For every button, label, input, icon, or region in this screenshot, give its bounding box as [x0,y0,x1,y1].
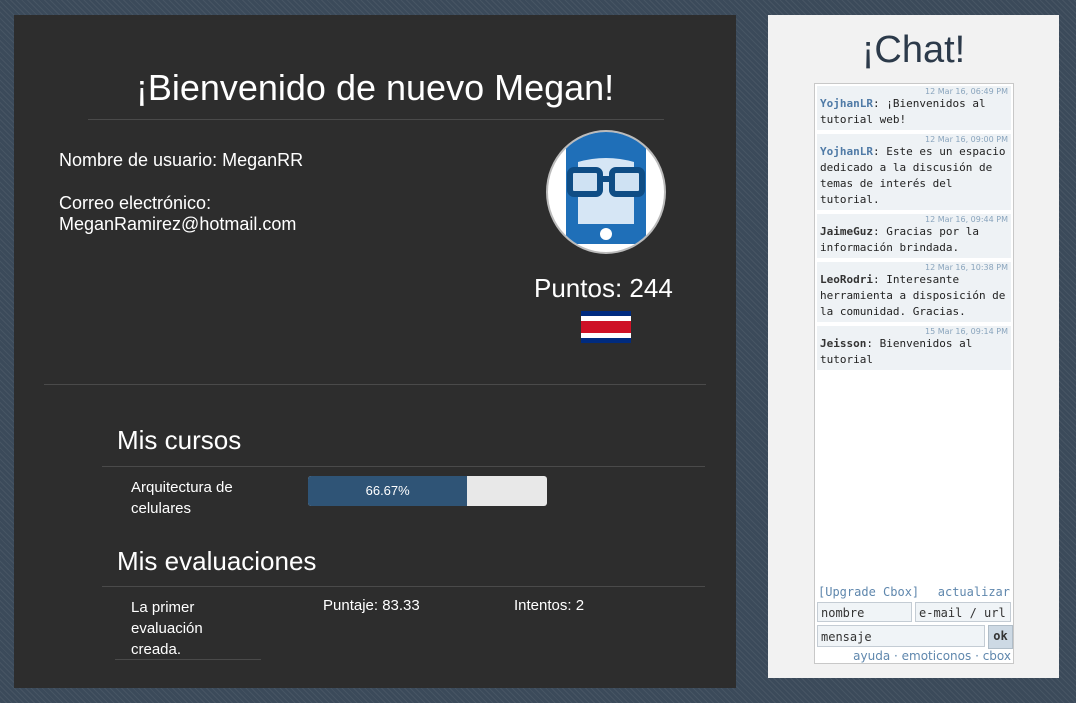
chat-message: 12 Mar 16, 09:44 PM JaimeGuz: Gracias po… [817,214,1011,258]
evaluation-name: La primer evaluación creada. [131,599,203,658]
divider [44,384,706,385]
name-input[interactable]: nombre [817,602,912,622]
divider [88,119,664,120]
points-label: Puntos: 244 [534,273,673,303]
cbox-widget: 12 Mar 16, 06:49 PM YojhanLR: ¡Bienvenid… [814,83,1014,664]
emoticons-link[interactable]: emoticonos [902,649,972,663]
message-time: 12 Mar 16, 09:44 PM [925,215,1008,224]
cbox-form: [Upgrade Cbox] actualizar nombre e-mail … [815,585,1013,663]
email-url-input[interactable]: e-mail / url [915,602,1011,622]
message-user-link[interactable]: YojhanLR [820,145,873,158]
evaluation-score: Puntaje: 83.33 [323,597,420,614]
username-line: Nombre de usuario: MeganRR [59,150,304,170]
cbox-link[interactable]: cbox [983,649,1011,663]
chat-message: 12 Mar 16, 10:38 PM LeoRodri: Interesant… [817,262,1011,322]
evaluation-attempts: Intentos: 2 [514,597,585,614]
message-user: JaimeGuz [820,225,873,238]
evaluations-heading: Mis evaluaciones [117,546,317,576]
send-ok-button[interactable]: ok [988,625,1013,649]
course-name[interactable]: Arquitectura de celulares [131,477,261,519]
divider [115,659,261,660]
message-time: 12 Mar 16, 06:49 PM [925,87,1008,96]
avatar [546,130,666,254]
message-time: 15 Mar 16, 09:14 PM [925,327,1008,336]
message-user-link[interactable]: YojhanLR [820,97,873,110]
message-user: LeoRodri [820,273,873,286]
upgrade-cbox-link[interactable]: [Upgrade Cbox] [818,585,919,600]
chat-message: 15 Mar 16, 09:14 PM Jeisson: Bienvenidos… [817,326,1011,370]
course-progress-bar: 66.67% [308,476,547,506]
geek-phone-avatar-icon [566,132,646,244]
message-time: 12 Mar 16, 10:38 PM [925,263,1008,272]
courses-heading: Mis cursos [117,425,242,455]
chat-message: 12 Mar 16, 09:00 PM YojhanLR: Este es un… [817,134,1011,210]
email-label: Correo electrónico: [59,193,212,213]
email-value: MeganRamirez@hotmail.com [59,214,297,234]
chat-messages[interactable]: 12 Mar 16, 06:49 PM YojhanLR: ¡Bienvenid… [815,86,1013,370]
divider [102,586,705,587]
help-link[interactable]: ayuda [853,649,890,663]
message-time: 12 Mar 16, 09:00 PM [925,135,1008,144]
chat-title: ¡Chat! [861,29,966,71]
cbox-footer-links: ayuda · emoticonos · cbox [853,649,1011,663]
costa-rica-flag-icon [581,311,631,343]
divider [102,466,705,467]
chat-message: 12 Mar 16, 06:49 PM YojhanLR: ¡Bienvenid… [817,86,1011,130]
course-progress-fill: 66.67% [308,476,468,506]
profile-panel: ¡Bienvenido de nuevo Megan! Nombre de us… [14,15,736,688]
message-user: Jeisson [820,337,867,350]
refresh-link[interactable]: actualizar [938,585,1010,600]
chat-panel: ¡Chat! 12 Mar 16, 06:49 PM YojhanLR: ¡Bi… [768,15,1059,678]
message-input[interactable]: mensaje [817,625,985,647]
welcome-heading: ¡Bienvenido de nuevo Megan! [135,67,615,108]
